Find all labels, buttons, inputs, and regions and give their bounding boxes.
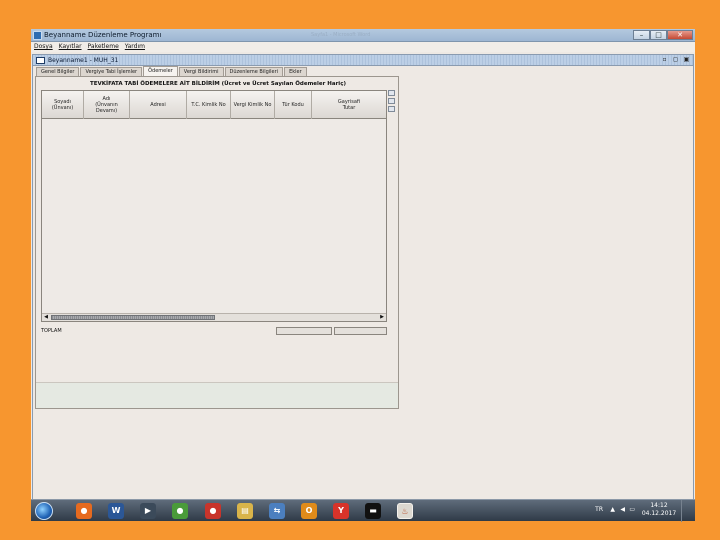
column-header-adresi[interactable]: Adresi — [130, 91, 187, 119]
main-window-titlebar[interactable]: Beyanname Düzenleme Programı Sayfa1 - Mi… — [31, 29, 695, 42]
menu-bar: Dosya Kayıtlar Paketleme Yardım — [31, 42, 695, 52]
tab-odemeler[interactable]: Ödemeler — [143, 66, 178, 76]
background-window-title: Sayfa1 - Microsoft Word — [311, 32, 371, 38]
media-player-icon[interactable]: ▶ — [140, 503, 156, 519]
tab-duzenleme-bilgileri[interactable]: Düzenleme Bilgileri — [224, 67, 284, 76]
show-desktop-button[interactable] — [681, 500, 687, 522]
payments-table: Soyadı (Ünvanı) Adı (Ünvanın Devamı) Adres… — [41, 90, 387, 322]
scrollbar-thumb[interactable] — [51, 315, 215, 320]
chrome-icon[interactable]: ● — [172, 503, 188, 519]
volume-icon[interactable]: ◀ — [620, 506, 625, 513]
app-icon — [33, 31, 42, 40]
clock-time: 14:12 — [650, 502, 668, 509]
system-tray: TR ▲ ◀ ▭ 14:12 04.12.2017 — [577, 500, 687, 522]
document-window: Beyanname1 - MUH_31 ▫ ◻ ▣ Genel Bilgiler… — [32, 54, 694, 521]
minimize-button[interactable]: – — [633, 30, 650, 40]
row-action-icons — [388, 90, 396, 114]
totals-label: TOPLAM — [41, 328, 62, 334]
desktop-screen: Beyanname Düzenleme Programı Sayfa1 - Mi… — [31, 29, 695, 521]
maximize-button[interactable]: □ — [650, 30, 667, 40]
file-explorer-icon[interactable]: ▤ — [237, 503, 253, 519]
delete-row-icon[interactable] — [388, 106, 395, 112]
tray-expand-icon[interactable]: ▲ — [610, 506, 615, 513]
document-minimize-button[interactable]: ▫ — [660, 56, 669, 64]
column-header-line: Tür Kodu — [282, 102, 304, 108]
outlook-icon[interactable]: O — [301, 503, 317, 519]
total-field-1 — [276, 327, 332, 335]
column-header-line: (Ünvanın Devamı) — [95, 102, 118, 114]
document-window-controls: ▫ ◻ ▣ — [658, 56, 691, 64]
scroll-left-icon[interactable]: ◀ — [42, 314, 50, 321]
window-controls: – □ ✕ — [633, 30, 693, 40]
column-header-vergi-kimlik-no[interactable]: Vergi Kimlik No — [231, 91, 275, 119]
column-header-line: Tutar — [342, 105, 356, 111]
network-app-icon[interactable]: ⇆ — [269, 503, 285, 519]
odemeler-panel: TEVKİFATA TABİ ÖDEMELERE AİT BİLDİRİM (Ü… — [35, 76, 399, 409]
column-header-line: Adresi — [150, 102, 166, 108]
language-indicator[interactable]: TR — [595, 506, 603, 513]
document-close-button[interactable]: ▣ — [682, 56, 691, 64]
close-button[interactable]: ✕ — [667, 30, 693, 40]
network-icon[interactable]: ▭ — [629, 506, 635, 513]
table-header: Soyadı (Ünvanı) Adı (Ünvanın Devamı) Adres… — [42, 91, 386, 119]
java-app-icon[interactable]: ♨ — [397, 503, 413, 519]
cmd-icon[interactable]: ▬ — [365, 503, 381, 519]
tab-genel-bilgiler[interactable]: Genel Bilgiler — [36, 67, 80, 76]
column-header-gayrisafi-tutar[interactable]: Gayrisafi Tutar — [312, 91, 386, 119]
total-field-2 — [334, 327, 387, 335]
start-button[interactable] — [35, 502, 53, 520]
menu-paketleme[interactable]: Paketleme — [88, 42, 119, 52]
taskbar: ● W ▶ ● ● ▤ ⇆ O Y ▬ ♨ TR ▲ ◀ ▭ 14:12 04.… — [31, 499, 695, 522]
document-titlebar[interactable]: Beyanname1 - MUH_31 ▫ ◻ ▣ — [33, 55, 693, 66]
yandex-icon[interactable]: Y — [333, 503, 349, 519]
tab-ekler[interactable]: Ekler — [284, 67, 307, 76]
column-header-tur-kodu[interactable]: Tür Kodu — [275, 91, 312, 119]
insert-row-icon[interactable] — [388, 98, 395, 104]
column-header-line: Vergi Kimlik No — [233, 102, 272, 108]
tab-vergi-bildirimi[interactable]: Vergi Bildirimi — [178, 67, 224, 76]
add-row-icon[interactable] — [388, 90, 395, 96]
horizontal-scrollbar[interactable]: ◀ ▶ — [42, 313, 386, 321]
document-icon — [36, 57, 45, 64]
browser-icon[interactable]: ● — [205, 503, 221, 519]
column-header-tc-kimlik-no[interactable]: T.C. Kimlik No — [187, 91, 231, 119]
section-title: TEVKİFATA TABİ ÖDEMELERE AİT BİLDİRİM (Ü… — [90, 81, 346, 87]
word-icon[interactable]: W — [108, 503, 124, 519]
window-title: Beyanname Düzenleme Programı — [44, 31, 162, 39]
menu-kayitlar[interactable]: Kayıtlar — [59, 42, 82, 52]
column-header-adi[interactable]: Adı (Ünvanın Devamı) — [84, 91, 130, 119]
clock-date: 04.12.2017 — [641, 510, 677, 517]
tab-vergiye-tabi-islemler[interactable]: Vergiye Tabi İşlemler — [80, 67, 143, 76]
column-header-line: T.C. Kimlik No — [191, 102, 226, 108]
panel-footer — [36, 382, 398, 408]
menu-dosya[interactable]: Dosya — [34, 42, 53, 52]
table-body[interactable] — [42, 119, 386, 312]
firefox-icon[interactable]: ● — [76, 503, 92, 519]
document-title: Beyanname1 - MUH_31 — [48, 57, 119, 64]
totals-row: TOPLAM — [41, 327, 387, 336]
column-header-soyadi[interactable]: Soyadı (Ünvanı) — [42, 91, 84, 119]
column-header-line: (Ünvanı) — [51, 105, 74, 111]
document-restore-button[interactable]: ◻ — [671, 56, 680, 64]
tab-bar: Genel Bilgiler Vergiye Tabi İşlemler Öde… — [36, 66, 308, 76]
scroll-right-icon[interactable]: ▶ — [378, 314, 386, 321]
clock[interactable]: 14:12 04.12.2017 — [639, 502, 679, 518]
menu-yardim[interactable]: Yardım — [125, 42, 145, 52]
